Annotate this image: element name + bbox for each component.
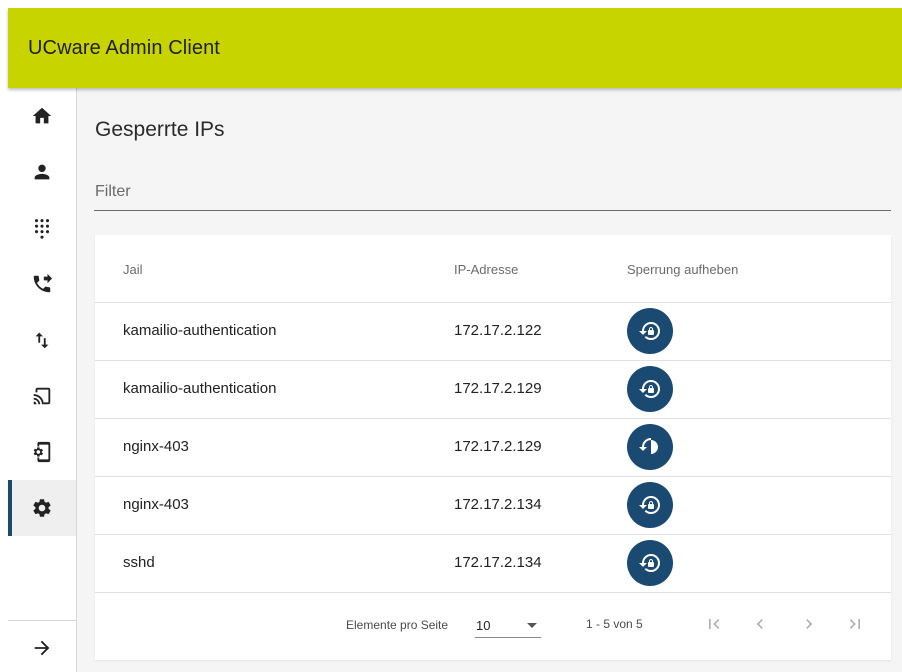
cell-ip-address: 172.17.2.122 [454, 322, 542, 339]
sidebar-item-provisioning[interactable] [8, 424, 76, 480]
sidebar-item-settings[interactable] [8, 480, 76, 536]
table-row: sshd 172.17.2.134 [95, 535, 891, 593]
swap-vert-icon [35, 332, 49, 349]
filter-field [94, 176, 892, 211]
lock-reset-icon [639, 554, 660, 572]
lock-reset-icon [639, 438, 658, 454]
items-per-page-label: Elemente pro Seite [346, 618, 449, 632]
next-page-button[interactable] [795, 610, 823, 638]
sidebar-toggle-button[interactable] [8, 624, 76, 672]
table-header: Jail IP-Adresse Sperrung aufheben [95, 235, 891, 303]
phone-forward-icon [33, 273, 53, 293]
app-toolbar: UCware Admin Client [8, 8, 902, 88]
page-title: Gesperrte IPs [95, 118, 225, 141]
range-label: 1 - 5 von 5 [586, 617, 643, 631]
app-title: UCware Admin Client [28, 36, 220, 59]
cell-ip-address: 172.17.2.134 [454, 496, 542, 513]
unblock-button[interactable] [627, 366, 673, 412]
sidebar-item-devices[interactable] [8, 368, 76, 424]
sidebar-item-transfer[interactable] [8, 312, 76, 368]
sidebar-divider [8, 620, 76, 621]
filter-input[interactable] [94, 176, 892, 208]
cell-ip-address: 172.17.2.129 [454, 438, 542, 455]
cell-ip-address: 172.17.2.129 [454, 380, 542, 397]
phonelink-setup-icon [33, 441, 51, 463]
first-page-button[interactable] [700, 610, 728, 638]
arrow-right-icon [34, 640, 50, 656]
sidebar-item-home[interactable] [8, 88, 76, 144]
dropdown-arrow-icon [527, 623, 537, 628]
last-page-icon [849, 619, 860, 629]
unblock-button[interactable] [627, 482, 673, 528]
previous-page-button[interactable] [746, 610, 774, 638]
paginator: Elemente pro Seite 10 1 - 5 von 5 [95, 591, 891, 660]
settings-icon [33, 499, 51, 517]
cell-jail: sshd [123, 554, 155, 571]
lock-reset-icon [639, 322, 660, 340]
last-page-button[interactable] [841, 610, 869, 638]
cell-jail: kamailio-authentication [123, 322, 277, 339]
lock-reset-icon [639, 496, 660, 514]
page-size-select[interactable]: 10 [475, 613, 541, 638]
sidebar-item-users[interactable] [8, 144, 76, 200]
header-ip-address: IP-Adresse [454, 262, 519, 277]
person-icon [34, 164, 50, 180]
table-row: kamailio-authentication 172.17.2.129 [95, 361, 891, 419]
cell-ip-address: 172.17.2.134 [454, 554, 542, 571]
sidebar [8, 88, 77, 672]
header-jail: Jail [123, 262, 143, 277]
table-row: nginx-403 172.17.2.134 [95, 477, 891, 535]
chevron-right-icon [806, 619, 813, 629]
table-row: nginx-403 172.17.2.129 [95, 419, 891, 477]
chevron-left-icon [756, 619, 763, 629]
cell-jail: nginx-403 [123, 496, 189, 513]
cell-jail: kamailio-authentication [123, 380, 277, 397]
page-size-value: 10 [476, 618, 491, 633]
unblock-button[interactable] [627, 308, 673, 354]
sidebar-item-call-forwarding[interactable] [8, 256, 76, 312]
dialpad-icon [34, 219, 50, 239]
unblock-button[interactable] [627, 540, 673, 586]
main-content: Gesperrte IPs Jail IP-Adresse Sperrung a… [77, 88, 902, 672]
table-row: kamailio-authentication 172.17.2.122 [95, 303, 891, 361]
cell-jail: nginx-403 [123, 438, 189, 455]
cast-icon [33, 387, 51, 405]
header-unblock: Sperrung aufheben [627, 262, 739, 277]
lock-reset-icon [639, 380, 660, 398]
first-page-icon [709, 619, 720, 629]
sidebar-item-dialpad[interactable] [8, 200, 76, 256]
home-icon [32, 107, 52, 124]
blocked-ips-table: Jail IP-Adresse Sperrung aufheben kamail… [95, 235, 891, 660]
unblock-button[interactable] [627, 424, 673, 470]
